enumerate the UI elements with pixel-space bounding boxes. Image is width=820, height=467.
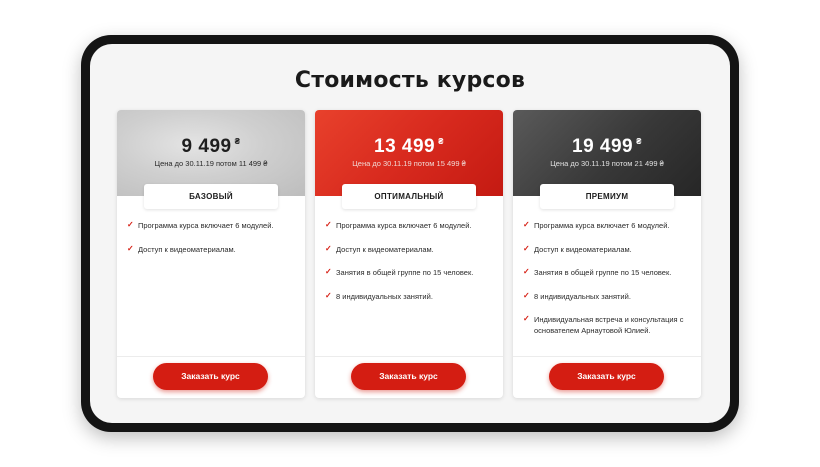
plan-price: 13 499 ₴ [315,136,503,158]
feature-text: Программа курса включает 6 модулей. [336,221,472,230]
checkmark-icon: ✓ [325,243,332,253]
feature-item: ✓ Занятия в общей группе по 15 человек. [325,267,497,278]
feature-text: Доступ к видеоматериалам. [336,244,434,254]
checkmark-icon: ✓ [523,220,530,229]
feature-text: Программа курса включает 6 модулей. [534,221,670,230]
feature-list: ✓ Программа курса включает 6 модулей. ✓ До… [325,220,497,314]
price-value: 19 499 [572,136,634,157]
currency-sign: ₴ [234,137,241,146]
checkmark-icon: ✓ [325,290,332,300]
feature-item: ✓ Программа курса включает 6 модулей. [325,220,497,231]
feature-item: ✓ Индивидуальная встреча и консультация с… [523,314,695,336]
plan-name: БАЗОВЫЙ [144,184,278,209]
price-note: Цена до 30.11.19 потом 21 499 ₴ [550,159,664,168]
feature-item: ✓ Программа курса включает 6 модулей. [523,220,695,231]
checkmark-icon: ✓ [127,220,134,229]
checkmark-icon: ✓ [523,267,530,276]
feature-item: ✓ Доступ к видеоматериалам. [523,244,695,255]
plan-card-optimal: 13 499 ₴ Цена до 30.11.19 потом 15 499 ₴ … [315,110,503,398]
currency-sign: ₴ [636,137,642,146]
feature-text: Доступ к видеоматериалам. [534,244,632,254]
feature-text: Занятия в общей группе по 15 человек. [534,268,672,277]
price-note: Цена до 30.11.19 потом 15 499 ₴ [352,159,466,168]
feature-item: ✓ 8 индивидуальных занятий. [523,291,695,302]
plan-name: ОПТИМАЛЬНЫЙ [342,184,476,209]
plan-card-premium: 19 499 ₴ Цена до 30.11.19 потом 21 499 ₴ … [513,110,701,398]
currency-sign: ₴ [438,137,444,146]
price-value: 13 499 [374,136,436,157]
plan-price: 19 499 ₴ [513,136,701,158]
card-footer: Заказать курс [315,356,503,398]
plan-price: 9 499 ₴ [117,136,305,158]
price-value: 9 499 [181,136,232,157]
pricing-screen: Стоимость курсов 9 499 ₴ Цена до 30.11.19… [90,44,730,423]
feature-text: 8 индивидуальных занятий. [336,291,433,301]
plan-card-basic: 9 499 ₴ Цена до 30.11.19 потом 11 499 ₴ Б… [117,110,305,398]
page-title: Стоимость курсов [294,68,526,93]
feature-item: ✓ Программа курса включает 6 модулей. [127,220,299,231]
feature-item: ✓ Занятия в общей группе по 15 человек. [523,267,695,278]
device-frame: Стоимость курсов 9 499 ₴ Цена до 30.11.19… [81,35,739,432]
feature-list: ✓ Программа курса включает 6 модулей. ✓ До… [127,220,299,267]
feature-item: ✓ Доступ к видеоматериалам. [325,244,497,255]
checkmark-icon: ✓ [127,243,134,253]
feature-text: Занятия в общей группе по 15 человек. [336,268,474,277]
feature-item: ✓ Доступ к видеоматериалам. [127,244,299,255]
feature-item: ✓ 8 индивидуальных занятий. [325,291,497,302]
order-course-button[interactable]: Заказать курс [153,363,268,390]
checkmark-icon: ✓ [325,267,332,276]
feature-text: Программа курса включает 6 модулей. [138,221,274,230]
checkmark-icon: ✓ [523,290,530,300]
card-footer: Заказать курс [117,356,305,398]
checkmark-icon: ✓ [523,243,530,253]
feature-text: Доступ к видеоматериалам. [138,244,236,254]
feature-text: 8 индивидуальных занятий. [534,291,631,301]
feature-list: ✓ Программа курса включает 6 модулей. ✓ До… [523,220,695,349]
card-footer: Заказать курс [513,356,701,398]
plan-name: ПРЕМИУМ [540,184,674,209]
order-course-button[interactable]: Заказать курс [549,363,664,390]
feature-text: Индивидуальная встреча и консультация с … [534,315,684,335]
price-note: Цена до 30.11.19 потом 11 499 ₴ [154,159,268,168]
order-course-button[interactable]: Заказать курс [351,363,466,390]
checkmark-icon: ✓ [325,220,332,229]
checkmark-icon: ✓ [523,314,530,323]
